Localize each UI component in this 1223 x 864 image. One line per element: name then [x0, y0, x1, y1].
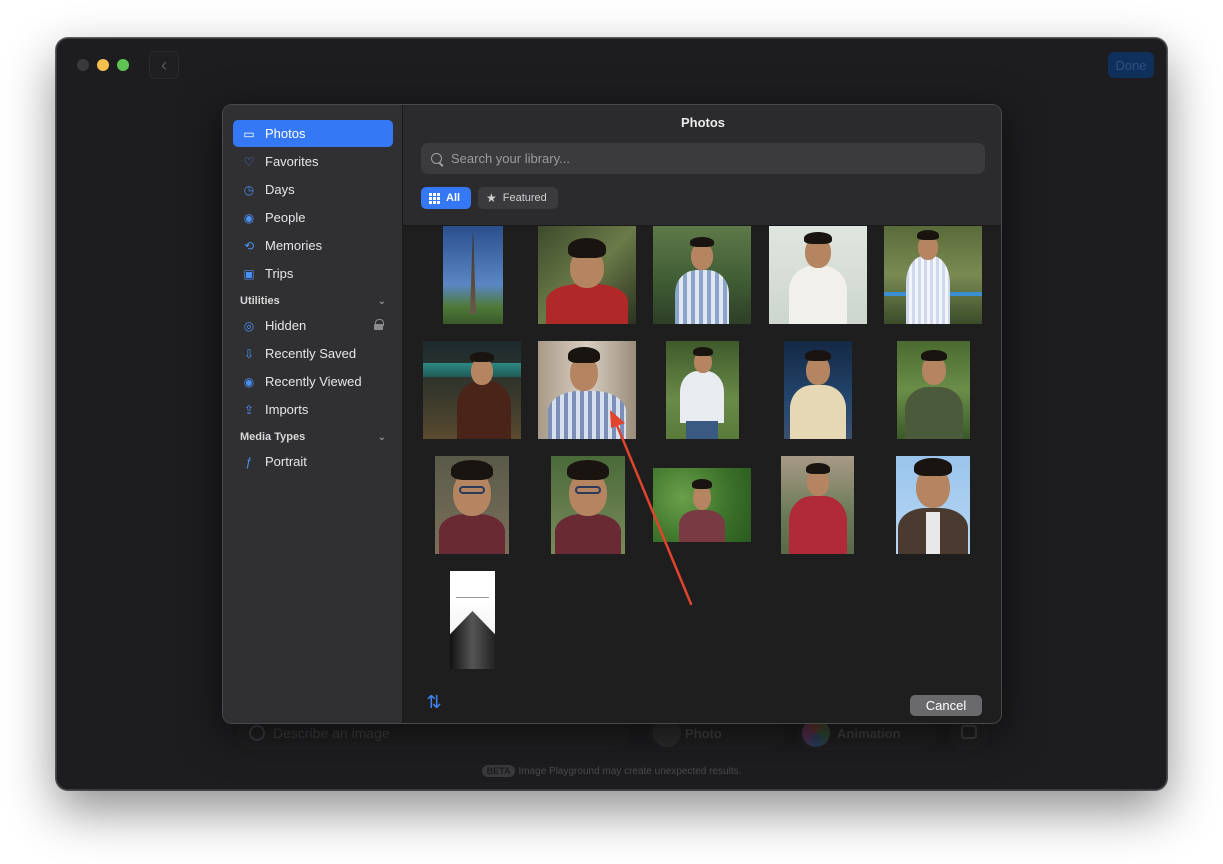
describe-placeholder: Describe an image: [273, 725, 390, 741]
sidebar-item-memories[interactable]: ⟲ Memories: [233, 232, 393, 259]
photo-thumbnail[interactable]: [538, 341, 636, 439]
search-placeholder: Search your library...: [451, 151, 570, 166]
sort-button[interactable]: ⇅: [421, 691, 447, 713]
library-header: Photos Search your library... All ★ Feat…: [403, 105, 1001, 226]
photos-icon: ▭: [243, 126, 255, 141]
photo-style-label: Photo: [685, 725, 722, 741]
gear-icon: [249, 725, 265, 741]
import-icon: ⇪: [243, 402, 255, 417]
photo-thumbnail[interactable]: [653, 468, 751, 542]
picker-title: Photos: [680, 115, 726, 130]
suitcase-icon: ▣: [243, 266, 255, 281]
animation-style-label: Animation: [837, 725, 901, 741]
sidebar: ▭ Photos ♡ Favorites ◷ Days ◉ People ⟲ M…: [223, 105, 403, 723]
sidebar-item-label: Hidden: [265, 318, 307, 333]
person-circle-icon: ◉: [243, 210, 255, 225]
sidebar-item-days[interactable]: ◷ Days: [233, 176, 393, 203]
star-icon: ★: [486, 191, 497, 205]
sidebar-item-favorites[interactable]: ♡ Favorites: [233, 148, 393, 175]
photo-thumbnail[interactable]: [435, 456, 509, 554]
clock-icon: ◷: [243, 182, 255, 197]
photo-thumbnail[interactable]: [884, 226, 982, 324]
beta-badge: BETA: [481, 765, 516, 777]
beta-note: Image Playground may create unexpected r…: [518, 766, 742, 777]
sidebar-item-recently-saved[interactable]: ⇩ Recently Saved: [233, 340, 393, 367]
minimize-window-button[interactable]: [97, 59, 109, 71]
done-button[interactable]: Done: [1108, 52, 1154, 78]
memories-icon: ⟲: [243, 238, 255, 253]
photo-thumbnail[interactable]: [896, 456, 970, 554]
sidebar-item-trips[interactable]: ▣ Trips: [233, 260, 393, 287]
filter-all-label: All: [446, 192, 461, 204]
lock-icon: [374, 319, 384, 330]
sidebar-item-label: Memories: [265, 238, 323, 253]
sidebar-item-label: Photos: [265, 126, 306, 141]
heart-icon: ♡: [243, 154, 255, 169]
close-window-button[interactable]: [77, 59, 89, 71]
sidebar-item-label: Favorites: [265, 154, 319, 169]
library-pane: Photos Search your library... All ★ Feat…: [403, 105, 1001, 723]
chevron-left-icon: ‹: [161, 54, 167, 75]
sidebar-item-label: Days: [265, 182, 295, 197]
recently-saved-icon: ⇩: [243, 346, 255, 361]
photo-thumbnail[interactable]: [551, 456, 625, 554]
photo-thumbnail[interactable]: [443, 226, 503, 324]
sidebar-item-hidden[interactable]: ◎ Hidden: [233, 312, 393, 339]
sidebar-item-imports[interactable]: ⇪ Imports: [233, 396, 393, 423]
chevron-down-icon: ⌄: [377, 295, 386, 307]
sidebar-item-label: Portrait: [265, 454, 307, 469]
sort-arrows-icon: ⇅: [426, 691, 442, 712]
back-button[interactable]: ‹: [149, 51, 179, 79]
photo-thumbnail[interactable]: [423, 341, 521, 439]
photo-thumbnail[interactable]: [666, 341, 739, 439]
sidebar-item-label: Trips: [265, 266, 294, 281]
section-header-media-types[interactable]: Media Types ⌄: [240, 428, 386, 446]
section-title: Utilities: [240, 295, 280, 307]
section-header-utilities[interactable]: Utilities ⌄: [240, 292, 386, 310]
photo-thumbnail[interactable]: [784, 341, 852, 439]
cancel-button[interactable]: Cancel: [910, 695, 982, 716]
section-title: Media Types: [240, 431, 306, 443]
zoom-window-button[interactable]: [117, 59, 129, 71]
photo-thumbnail[interactable]: [450, 571, 495, 669]
grid-icon: [429, 192, 440, 204]
photo-thumbnail[interactable]: [897, 341, 970, 439]
window-controls: [77, 59, 129, 71]
filter-featured-button[interactable]: ★ Featured: [478, 187, 558, 209]
sidebar-item-label: Imports: [265, 402, 309, 417]
search-field[interactable]: Search your library...: [421, 143, 985, 174]
search-icon: [431, 152, 443, 165]
beta-disclaimer: BETA Image Playground may create unexpect…: [57, 765, 1166, 777]
sidebar-item-people[interactable]: ◉ People: [233, 204, 393, 231]
photos-picker-sheet: ▭ Photos ♡ Favorites ◷ Days ◉ People ⟲ M…: [222, 104, 1002, 724]
eye-slash-icon: ◎: [243, 318, 255, 333]
filter-featured-label: Featured: [502, 192, 547, 204]
photo-thumbnail[interactable]: [653, 226, 751, 324]
eye-icon: ◉: [243, 374, 255, 389]
filter-all-button[interactable]: All: [421, 187, 471, 209]
sidebar-item-recently-viewed[interactable]: ◉ Recently Viewed: [233, 368, 393, 395]
portrait-icon: ƒ: [245, 454, 253, 469]
sidebar-item-label: Recently Saved: [265, 346, 357, 361]
photo-thumbnail[interactable]: [538, 226, 636, 324]
photo-thumbnail[interactable]: [781, 456, 854, 554]
sidebar-item-portrait[interactable]: ƒ Portrait: [233, 448, 393, 475]
sidebar-item-label: Recently Viewed: [265, 374, 362, 389]
sidebar-item-photos[interactable]: ▭ Photos: [233, 120, 393, 147]
image-icon: [961, 725, 977, 739]
photo-thumbnail[interactable]: [769, 226, 867, 324]
sidebar-item-label: People: [265, 210, 306, 225]
chevron-down-icon: ⌄: [377, 431, 386, 443]
